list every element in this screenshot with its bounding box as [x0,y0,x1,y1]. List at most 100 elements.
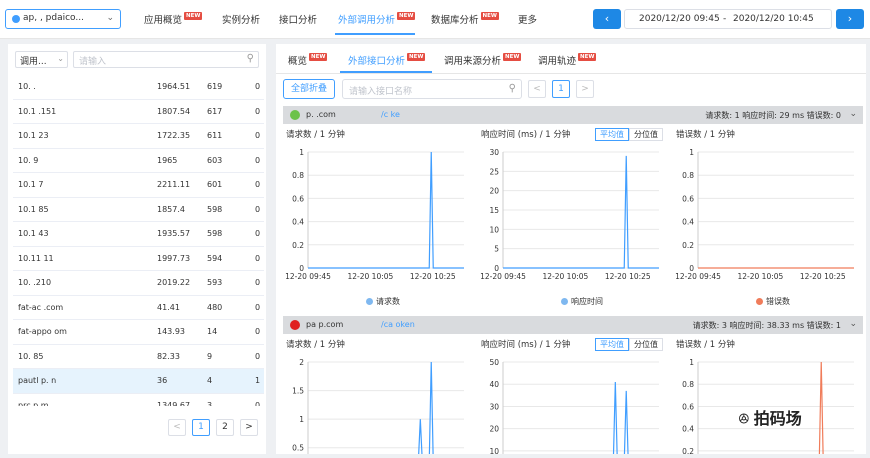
left-search-placeholder: 请输入 [79,57,107,67]
chart-errors: 10.80.60.40.2012-20 09:45 12-20 10:05 12-2… [675,148,854,281]
subtab-external-api-analysis[interactable]: 外部接口分析 NEW [348,53,426,67]
table-cell-name: fat-ac .com [18,302,64,312]
table-row[interactable]: 10.1 .151 1807.54 617 0 [13,100,264,124]
prev-range-button[interactable]: ‹ [593,9,621,29]
y-tick-label: 0.2 [292,241,304,250]
nav-tab-instance-analysis[interactable]: 实例分析 [222,12,260,26]
nav-tab-more[interactable]: 更多 [518,12,537,26]
y-tick-label: 25 [489,167,499,176]
nav-tab-external-call-analysis[interactable]: 外部调用分析 NEW [338,12,416,26]
chart-legend[interactable]: 错误数 [756,296,790,307]
y-tick-label: 0.5 [292,444,304,453]
table-cell-a: 1807.54 [157,106,191,116]
y-tick-label: 0.8 [682,380,694,389]
chart-legend[interactable]: 响应时间 [561,296,603,307]
date-separator: - [723,14,727,24]
y-tick-label: 30 [489,402,499,411]
app-select[interactable]: ap, , pdaico... ⌄ [5,9,121,29]
y-tick-label: 1 [299,148,304,157]
series-line [503,155,659,269]
chart-legend[interactable]: 请求数 [366,296,400,307]
table-cell-c: 0 [255,351,261,361]
table-cell-b: 4 [207,376,213,385]
date-range-picker[interactable]: 2020/12/20 09:45 - 2020/12/20 10:45 [624,9,832,29]
page-1-button[interactable]: 1 [552,80,570,98]
table-cell-name: 10.11 11 [18,253,54,263]
subtab-call-source-analysis[interactable]: 调用来源分析 NEW [444,53,522,67]
x-tick-label: 12-20 10:05 [738,272,784,281]
next-page-button[interactable]: > [240,419,258,436]
table-cell-b: 594 [207,253,223,263]
x-tick-label: 12-20 09:45 [480,272,526,281]
table-row[interactable]: 10. .210 2019.22 593 0 [13,271,264,296]
table-cell-name: 10. .210 [18,278,52,287]
table-cell-b: 603 [207,155,223,165]
left-search-input[interactable]: 请输入 ⚲ [73,51,259,68]
y-tick-label: 40 [489,380,499,389]
collapse-all-button[interactable]: 全部折叠 [283,79,335,99]
page-1-button[interactable]: 1 [192,419,210,436]
chat-bubbles-icon: ꔮ [738,410,750,428]
chart-requests: 2 1.5 1 0.5 [292,358,464,454]
y-tick-label: 20 [489,425,499,434]
next-range-button[interactable]: › [836,9,864,29]
table-row[interactable]: pautl p. n 36 4 1 [13,369,264,394]
api-search-input[interactable]: 请输入接口名称 ⚲ [342,79,522,99]
table-row[interactable]: fat-ac .com 41.41 480 0 [13,296,264,320]
table-cell-c: 0 [255,302,261,312]
table-cell-b: 9 [207,351,213,361]
x-tick-label: 12-20 09:45 [675,272,721,281]
table-cell-b: 619 [207,82,223,91]
table-cell-name: 10. . [18,82,36,91]
table-cell-name: 10. 85 [18,351,44,361]
table-cell-b: 601 [207,180,223,189]
table-cell-b: 480 [207,302,223,312]
table-cell-c: 1 [255,376,261,385]
nav-tab-app-overview[interactable]: 应用概览 NEW [144,12,203,26]
next-page-button[interactable]: > [576,80,594,98]
y-tick-label: 0.4 [682,218,694,227]
table-cell-a: 2211.11 [157,180,191,189]
nav-tab-api-analysis[interactable]: 接口分析 [279,12,317,26]
x-tick-label: 12-20 10:05 [543,272,589,281]
table-row[interactable]: 10.11 11 1997.73 594 0 [13,247,264,271]
y-tick-label: 0.4 [292,218,304,227]
y-tick-label: 30 [489,148,499,157]
table-row[interactable]: fat-appo om 143.93 14 0 [13,320,264,345]
table-row[interactable]: 10. 9 1965 603 0 [13,149,264,173]
table-cell-b: 611 [207,131,223,140]
table-cell-name: 10.1 43 [18,229,49,238]
table-row[interactable]: prc p m 1349.67 3 0 [13,394,264,407]
table-row[interactable]: 10.1 43 1935.57 598 0 [13,222,264,247]
call-table: 10. . 1964.51 619 0 10.1 .151 1807.54 617 0 10.1… [13,75,264,406]
table-row[interactable]: 10. . 1964.51 619 0 [13,75,264,100]
new-badge: NEW [184,12,203,20]
prev-page-button[interactable]: < [168,419,186,436]
y-tick-label: 50 [489,358,499,367]
nav-tab-db-analysis[interactable]: 数据库分析 NEW [431,12,499,26]
chevron-right-icon: › [847,12,853,25]
table-cell-name: fat-appo om [18,327,67,336]
prev-page-button[interactable]: < [528,80,546,98]
table-cell-a: 1997.73 [157,253,191,263]
series-line [612,381,629,454]
table-cell-name: 10. 9 [18,155,39,165]
page-2-button[interactable]: 2 [216,419,234,436]
table-row[interactable]: 10.1 85 1857.4 598 0 [13,198,264,222]
y-tick-label: 0.6 [682,402,694,411]
table-cell-name: 10.1 85 [18,204,49,214]
new-badge: NEW [407,53,426,61]
table-row[interactable]: 10. 85 82.33 9 0 [13,345,264,369]
call-type-select[interactable]: 调用... ⌄ [15,51,68,68]
table-cell-c: 0 [255,327,261,336]
table-row[interactable]: 10.1 7 2211.11 601 0 [13,173,264,198]
call-type-value: 调用... [20,57,47,67]
table-row[interactable]: 10.1 23 1722.35 611 0 [13,124,264,149]
date-to: 2020/12/20 10:45 [733,14,814,24]
y-tick-label: 10 [489,225,499,234]
subtab-call-trace[interactable]: 调用轨迹 NEW [538,53,597,67]
subtab-overview[interactable]: 概览 NEW [288,53,328,67]
table-cell-c: 0 [255,400,261,407]
chart-response-time: 30252015105012-20 09:45 12-20 10:05 12-20 … [480,148,659,281]
series-line [308,151,464,269]
